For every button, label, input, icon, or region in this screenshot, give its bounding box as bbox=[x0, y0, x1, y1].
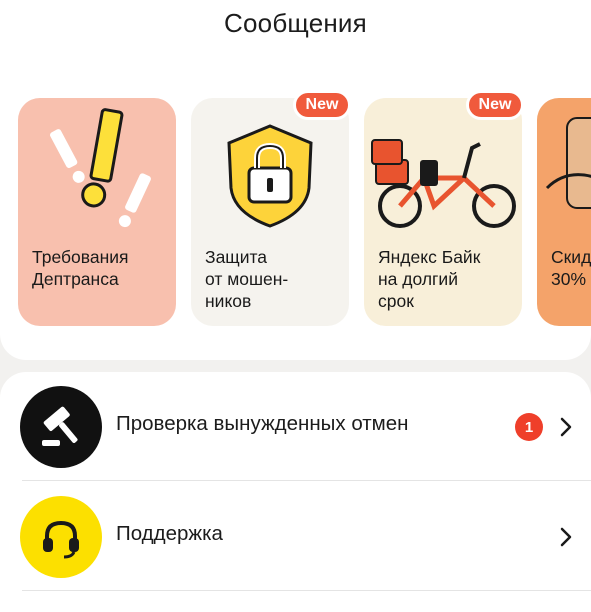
messages-list: Проверка вынужденных отмен 1 Поддержка bbox=[0, 372, 591, 612]
story-caption: Защита от мошен- ников bbox=[205, 247, 289, 311]
exclamation-marks-icon bbox=[50, 108, 151, 228]
package-hand-icon bbox=[545, 117, 591, 209]
story-caption: Яндекс Байк на долгий срок bbox=[378, 247, 481, 311]
story-card-fraud-protection[interactable]: New Защита от мошен- ников bbox=[191, 90, 351, 326]
story-card-yandex-bike[interactable]: New Яндекс Байк на долгий срок bbox=[364, 90, 524, 326]
story-card-deptrans[interactable]: Требования Дептранса bbox=[18, 98, 176, 326]
unread-count-badge: 1 bbox=[515, 413, 543, 441]
story-card-discount[interactable]: Скид 30% bbox=[537, 98, 591, 326]
list-item-support[interactable]: Поддержка bbox=[0, 482, 591, 592]
gavel-icon bbox=[20, 386, 102, 468]
chevron-right-icon bbox=[560, 417, 572, 437]
page-title: Сообщения bbox=[224, 8, 367, 38]
new-badge: New bbox=[466, 90, 524, 120]
new-badge: New bbox=[293, 90, 351, 120]
list-item-forced-cancellations[interactable]: Проверка вынужденных отмен 1 bbox=[0, 372, 591, 482]
header: Сообщения bbox=[0, 0, 591, 70]
divider bbox=[22, 480, 591, 481]
list-item-label: Проверка вынужденных отмен bbox=[116, 412, 409, 435]
story-caption: Скид 30% bbox=[551, 247, 591, 289]
headset-icon bbox=[20, 496, 102, 578]
story-caption: Требования Дептранса bbox=[32, 247, 129, 289]
list-item-label: Поддержка bbox=[116, 522, 223, 545]
chevron-right-icon bbox=[560, 527, 572, 547]
stories-carousel[interactable]: Требования Дептранса New Защита от мошен… bbox=[0, 70, 591, 360]
